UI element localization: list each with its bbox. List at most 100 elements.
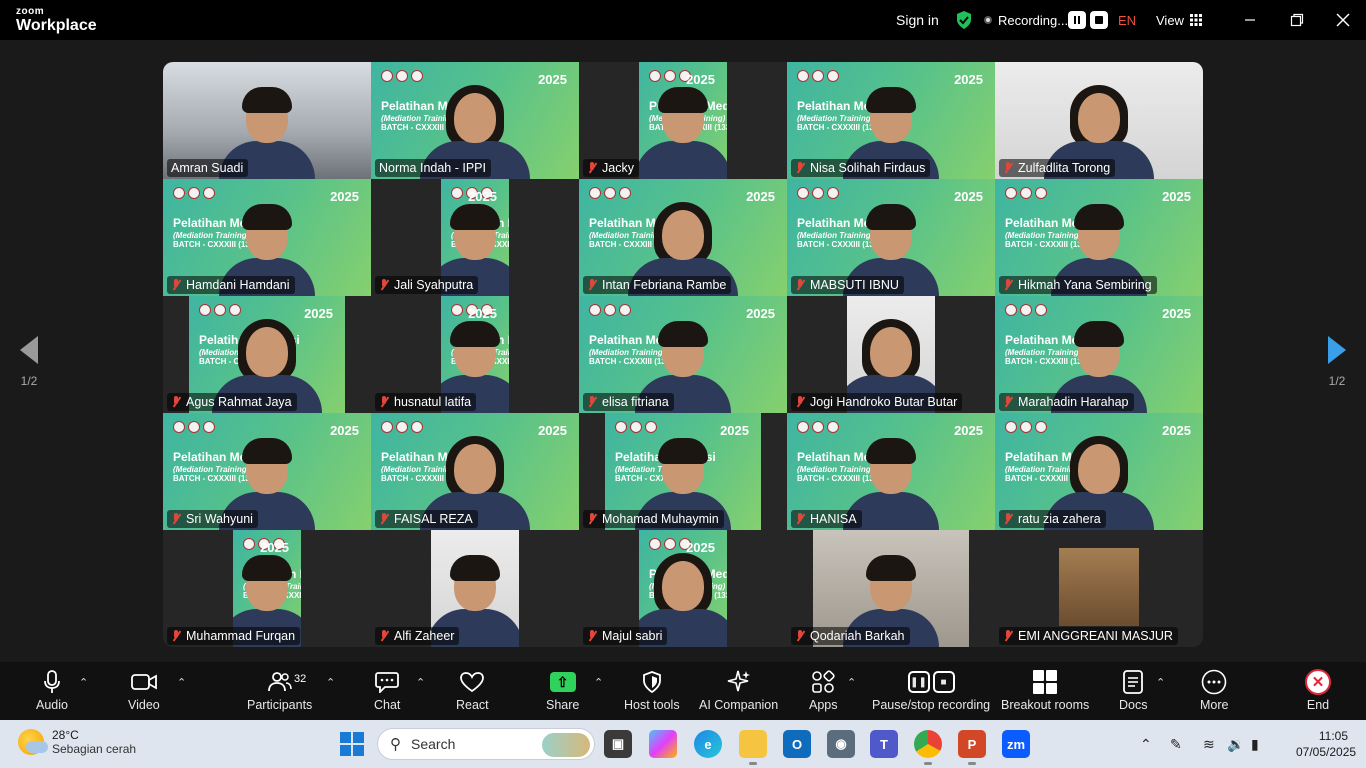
encryption-shield-icon[interactable] xyxy=(955,0,973,40)
recording-indicator[interactable]: Recording... xyxy=(984,0,1068,40)
participant-tile[interactable]: 2025Pelatihan Mediasi(Mediation Training… xyxy=(787,413,995,530)
participant-tile[interactable]: EMI ANGGREANI MASJUR xyxy=(995,530,1203,647)
participant-tile[interactable]: 2025Pelatihan Mediasi(Mediation Training… xyxy=(579,296,787,413)
participant-tile[interactable]: 2025Pelatihan Mediasi(Mediation Training… xyxy=(163,179,371,296)
react-button[interactable]: React xyxy=(456,668,489,712)
wifi-icon[interactable]: ≋ xyxy=(1203,720,1215,768)
end-button[interactable]: ✕ End xyxy=(1305,668,1331,712)
more-button[interactable]: More xyxy=(1200,668,1228,712)
task-view-icon[interactable]: ▣ xyxy=(604,730,632,758)
institution-logos-icon xyxy=(381,421,423,433)
audio-options-chevron-icon[interactable]: ⌃ xyxy=(79,676,88,689)
participant-tile[interactable]: 2025Pelatihan Mediasi(Mediation Training… xyxy=(163,530,371,647)
docs-button[interactable]: Docs xyxy=(1119,668,1147,712)
pause-recording-button[interactable] xyxy=(1068,11,1086,29)
docs-options-chevron-icon[interactable]: ⌃ xyxy=(1156,676,1165,689)
participant-tile[interactable]: 2025Pelatihan Mediasi(Mediation Training… xyxy=(371,296,579,413)
chat-options-chevron-icon[interactable]: ⌃ xyxy=(416,676,425,689)
participant-tile[interactable]: 2025Pelatihan Mediasi(Mediation Training… xyxy=(579,62,787,179)
grid-icon xyxy=(1189,14,1202,26)
file-explorer-icon[interactable] xyxy=(739,730,767,765)
camera-app-icon[interactable]: ◉ xyxy=(827,730,855,758)
system-clock[interactable]: 11:05 07/05/2025 xyxy=(1296,728,1356,760)
next-page-button[interactable]: 1/2 xyxy=(1322,336,1352,388)
share-button[interactable]: ⇧ Share xyxy=(546,668,579,712)
search-placeholder: Search xyxy=(411,736,456,752)
apps-label: Apps xyxy=(809,698,838,712)
participant-tile[interactable]: 2025Pelatihan Mediasi(Mediation Training… xyxy=(787,62,995,179)
pen-icon[interactable]: ✎ xyxy=(1170,720,1182,768)
zoom-app-icon[interactable]: zm xyxy=(1002,730,1030,758)
banner-year: 2025 xyxy=(260,540,289,555)
participant-tile[interactable]: Alfi Zaheer xyxy=(371,530,579,647)
muted-mic-icon xyxy=(379,279,389,291)
participant-name: FAISAL REZA xyxy=(394,512,473,526)
weather-widget[interactable]: 28°C Sebagian cerah xyxy=(18,728,136,756)
powerpoint-icon[interactable]: P xyxy=(958,730,986,765)
audio-button[interactable]: Audio xyxy=(36,668,68,712)
share-options-chevron-icon[interactable]: ⌃ xyxy=(594,676,603,689)
participant-name: Hikmah Yana Sembiring xyxy=(1018,278,1152,292)
apps-button[interactable]: Apps xyxy=(809,668,838,712)
show-hidden-icons-chevron-icon[interactable]: ⌃ xyxy=(1140,720,1152,768)
taskbar-search[interactable]: ⚲ Search xyxy=(377,728,595,760)
sparkle-icon xyxy=(726,668,752,696)
close-button[interactable] xyxy=(1331,8,1355,32)
language-button[interactable]: EN xyxy=(1118,0,1136,40)
participant-tile[interactable]: 2025Pelatihan Mediasi(Mediation Training… xyxy=(163,296,371,413)
recording-controls xyxy=(1068,0,1108,40)
participant-tile[interactable]: 2025Pelatihan Mediasi(Mediation Training… xyxy=(995,179,1203,296)
participant-tile[interactable]: 2025Pelatihan Mediasi(Mediation Training… xyxy=(787,179,995,296)
sign-in-link[interactable]: Sign in xyxy=(896,0,939,40)
participant-tile[interactable]: Zulfadlita Torong xyxy=(995,62,1203,179)
stop-recording-button[interactable] xyxy=(1090,11,1108,29)
participants-options-chevron-icon[interactable]: ⌃ xyxy=(326,676,335,689)
participant-name: Muhammad Furqan xyxy=(186,629,296,643)
partly-sunny-icon xyxy=(18,729,48,755)
participant-tile[interactable]: 2025Pelatihan Mediasi(Mediation Training… xyxy=(371,179,579,296)
host-tools-button[interactable]: Host tools xyxy=(624,668,680,712)
participant-tile[interactable]: Amran Suadi xyxy=(163,62,371,179)
participant-tile[interactable]: 2025Pelatihan Mediasi(Mediation Training… xyxy=(371,62,579,179)
chrome-icon[interactable] xyxy=(914,730,942,765)
participant-tile[interactable]: 2025Pelatihan Mediasi(Mediation Training… xyxy=(371,413,579,530)
copilot-icon[interactable] xyxy=(649,730,677,758)
muted-mic-icon xyxy=(587,513,597,525)
participant-tile[interactable]: 2025Pelatihan Mediasi(Mediation Training… xyxy=(579,530,787,647)
video-options-chevron-icon[interactable]: ⌃ xyxy=(177,676,186,689)
participant-tile[interactable]: 2025Pelatihan Mediasi(Mediation Training… xyxy=(995,413,1203,530)
chat-button[interactable]: Chat xyxy=(374,668,400,712)
participant-name: Sri Wahyuni xyxy=(186,512,253,526)
participant-name: Qodariah Barkah xyxy=(810,629,905,643)
participant-tile[interactable]: 2025Pelatihan Mediasi(Mediation Training… xyxy=(163,413,371,530)
institution-logos-icon xyxy=(173,187,215,199)
minimize-button[interactable] xyxy=(1238,8,1262,32)
participant-name: Nisa Solihah Firdaus xyxy=(810,161,926,175)
participant-name: Marahadin Harahap xyxy=(1018,395,1129,409)
volume-icon[interactable]: 🔉 xyxy=(1227,720,1244,768)
participant-tile[interactable]: 2025Pelatihan Mediasi(Mediation Training… xyxy=(579,413,787,530)
battery-icon[interactable]: ▮ xyxy=(1251,720,1259,768)
edge-browser-icon[interactable]: e xyxy=(694,730,722,758)
participant-tile[interactable]: 2025Pelatihan Mediasi(Mediation Training… xyxy=(579,179,787,296)
ai-companion-button[interactable]: AI Companion xyxy=(699,668,778,712)
restore-button[interactable] xyxy=(1285,8,1309,32)
view-button[interactable]: View xyxy=(1156,0,1202,40)
muted-mic-icon xyxy=(795,513,805,525)
participant-tile[interactable]: Qodariah Barkah xyxy=(787,530,995,647)
previous-page-button[interactable]: 1/2 xyxy=(14,336,44,388)
apps-options-chevron-icon[interactable]: ⌃ xyxy=(847,676,856,689)
muted-mic-icon xyxy=(379,630,389,642)
pause-stop-recording-button[interactable]: ❚❚ ■ Pause/stop recording xyxy=(872,668,990,712)
participant-tile[interactable]: Jogi Handroko Butar Butar xyxy=(787,296,995,413)
participant-name-tag: Amran Suadi xyxy=(167,159,249,177)
muted-mic-icon xyxy=(1003,513,1013,525)
video-button[interactable]: Video xyxy=(128,668,160,712)
participant-name: elisa fitriana xyxy=(602,395,669,409)
participant-tile[interactable]: 2025Pelatihan Mediasi(Mediation Training… xyxy=(995,296,1203,413)
teams-icon[interactable]: T xyxy=(870,730,898,758)
participant-name-tag: Sri Wahyuni xyxy=(167,510,258,528)
outlook-icon[interactable]: O xyxy=(783,730,811,758)
start-windows-icon[interactable] xyxy=(340,732,364,756)
breakout-rooms-button[interactable]: Breakout rooms xyxy=(1001,668,1089,712)
